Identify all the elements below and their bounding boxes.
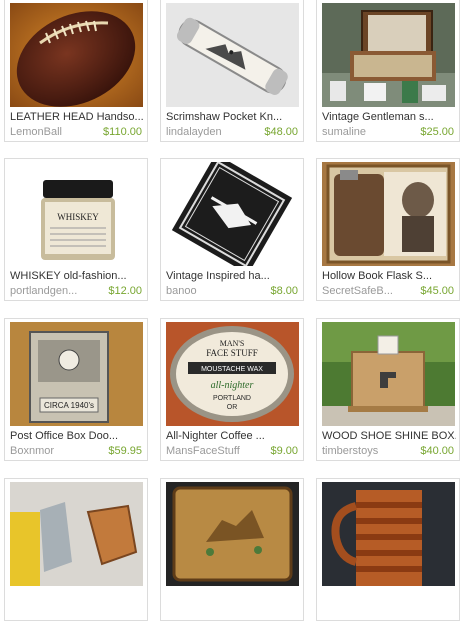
product-card[interactable]: LEATHER HEAD Handso... LemonBall $110.00 (4, 0, 148, 142)
shop-name[interactable]: LemonBall (10, 126, 90, 138)
product-price: $25.00 (420, 126, 454, 138)
product-price: $45.00 (420, 285, 454, 297)
product-title[interactable]: Hollow Book Flask S... (322, 270, 456, 282)
wood-mug-image[interactable] (322, 482, 455, 586)
product-card[interactable]: Hollow Book Flask S... SecretSafeB... $4… (316, 158, 460, 301)
product-card[interactable] (4, 478, 148, 621)
book-flask-image[interactable] (322, 162, 455, 266)
shop-name[interactable]: banoo (166, 285, 246, 297)
leather-football-image[interactable] (10, 3, 143, 107)
shop-name[interactable]: MansFaceStuff (166, 445, 246, 457)
product-card[interactable]: Vintage Gentleman s... sumaline $25.00 (316, 0, 460, 142)
shop-name[interactable]: Boxnmor (10, 445, 90, 457)
product-title[interactable]: All-Nighter Coffee ... (166, 430, 300, 442)
whiskey-jar-image[interactable]: WHISKEY (10, 162, 143, 266)
product-card[interactable] (316, 478, 460, 621)
product-card[interactable] (160, 478, 304, 621)
product-price: $12.00 (108, 285, 142, 297)
handkerchief-image[interactable] (166, 162, 299, 266)
tooled-wallet-image[interactable] (166, 482, 299, 586)
po-box-door-image[interactable]: CIRCA 1940's (10, 322, 143, 426)
product-price: $59.95 (108, 445, 142, 457)
product-card[interactable]: WOOD SHOE SHINE BOX... timberstoys $40.0… (316, 318, 460, 461)
product-card[interactable]: MAN'S FACE STUFF MOUSTACHE WAX all-night… (160, 318, 304, 461)
tin-line: MAN'S (220, 339, 245, 348)
tin-line: PORTLAND (213, 395, 251, 402)
plate-text: CIRCA 1940's (44, 401, 94, 410)
product-price: $8.00 (270, 285, 298, 297)
shoe-shine-box-image[interactable] (322, 322, 455, 426)
shop-name[interactable]: SecretSafeB... (322, 285, 402, 297)
product-title[interactable]: LEATHER HEAD Handso... (10, 111, 144, 123)
product-card[interactable]: CIRCA 1940's Post Office Box Doo... Boxn… (4, 318, 148, 461)
product-title[interactable]: Vintage Gentleman s... (322, 111, 456, 123)
tin-line: all-nighter (211, 380, 254, 391)
jar-label-text: WHISKEY (57, 212, 99, 222)
product-title[interactable]: WOOD SHOE SHINE BOX... (322, 430, 456, 442)
product-card[interactable]: WHISKEY WHISKEY old-fashion... portlandg… (4, 158, 148, 301)
tin-line: FACE STUFF (206, 348, 258, 358)
tin-line: OR (227, 404, 238, 411)
product-price: $40.00 (420, 445, 454, 457)
axe-sheath-image[interactable] (10, 482, 143, 586)
product-price: $110.00 (103, 126, 142, 138)
shop-name[interactable]: lindalayden (166, 126, 246, 138)
product-card[interactable]: Vintage Inspired ha... banoo $8.00 (160, 158, 304, 301)
tin-line: MOUSTACHE WAX (201, 366, 263, 373)
product-title[interactable]: Post Office Box Doo... (10, 430, 144, 442)
product-price: $48.00 (264, 126, 298, 138)
product-card[interactable]: Scrimshaw Pocket Kn... lindalayden $48.0… (160, 0, 304, 142)
product-title[interactable]: WHISKEY old-fashion... (10, 270, 144, 282)
shop-name[interactable]: timberstoys (322, 445, 402, 457)
product-title[interactable]: Vintage Inspired ha... (166, 270, 300, 282)
product-price: $9.00 (270, 445, 298, 457)
pocket-knife-image[interactable] (166, 3, 299, 107)
grooming-kit-image[interactable] (322, 3, 455, 107)
product-title[interactable]: Scrimshaw Pocket Kn... (166, 111, 300, 123)
moustache-wax-image[interactable]: MAN'S FACE STUFF MOUSTACHE WAX all-night… (166, 322, 299, 426)
shop-name[interactable]: portlandgen... (10, 285, 90, 297)
shop-name[interactable]: sumaline (322, 126, 402, 138)
